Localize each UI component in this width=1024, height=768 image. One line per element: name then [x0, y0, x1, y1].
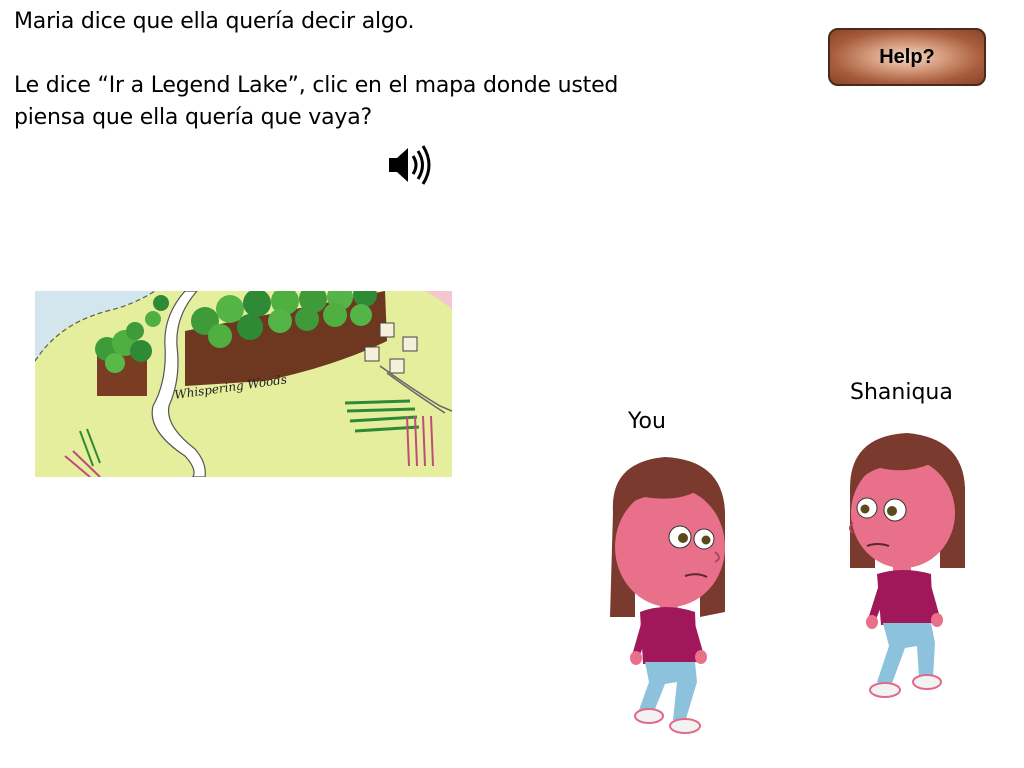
help-button-label: Help? [879, 45, 935, 68]
instruction-text: Maria dice que ella quería decir algo. L… [14, 6, 634, 134]
activity-screen: Maria dice que ella quería decir algo. L… [0, 0, 1024, 768]
help-button[interactable]: Help? [828, 28, 986, 86]
instruction-line-1: Maria dice que ella quería decir algo. [14, 9, 415, 34]
character-label-shaniqua: Shaniqua [850, 380, 953, 405]
npc-character-shaniqua [845, 428, 970, 713]
instruction-line-2: Le dice “Ir a Legend Lake”, clic en el m… [14, 73, 619, 98]
instruction-line-3: piensa que ella quería que vaya? [14, 105, 372, 130]
player-character [605, 452, 735, 737]
speaker-icon[interactable] [386, 142, 436, 188]
map-image[interactable]: Whispering Woods [35, 291, 452, 477]
character-label-you: You [628, 409, 666, 434]
